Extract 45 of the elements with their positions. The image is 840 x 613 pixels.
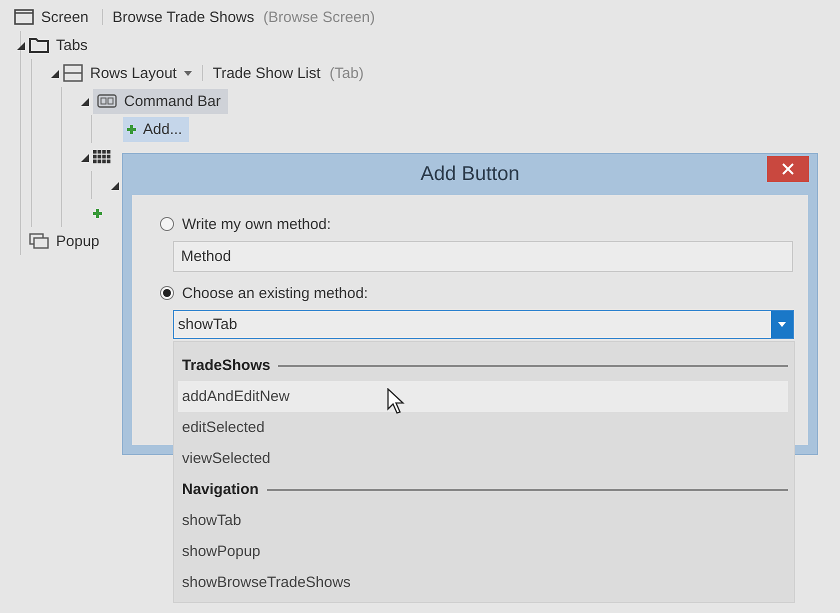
option-label: Write my own method: — [182, 216, 331, 232]
plus-icon — [93, 208, 102, 218]
group-header: TradeShows — [182, 357, 270, 374]
expanded-arrow-icon[interactable] — [81, 98, 89, 106]
tree-item-label[interactable]: Tabs — [53, 34, 91, 56]
dropdown-item[interactable]: addAndEditNew — [178, 381, 788, 412]
grid-icon — [93, 150, 111, 164]
folder-icon — [29, 37, 49, 53]
group-header: Navigation — [182, 481, 259, 498]
option-label: Choose an existing method: — [182, 284, 368, 302]
close-button[interactable] — [767, 156, 809, 182]
dropdown-item[interactable]: showBrowseTradeShows — [178, 567, 788, 598]
radio-button[interactable] — [160, 286, 174, 300]
expanded-arrow-icon[interactable] — [81, 154, 89, 162]
radio-button[interactable] — [160, 217, 174, 231]
tree-item-highlight[interactable]: Add... — [123, 116, 190, 142]
dropdown-item[interactable]: showPopup — [178, 536, 788, 567]
window-icon — [14, 9, 34, 25]
expanded-arrow-icon[interactable] — [51, 70, 59, 78]
dropdown-item[interactable]: editSelected — [178, 412, 788, 443]
method-field[interactable]: Method — [173, 241, 793, 272]
close-icon — [782, 163, 794, 175]
plus-icon — [127, 124, 136, 134]
tree-item-label[interactable]: Command Bar — [121, 90, 224, 112]
mouse-pointer-icon — [387, 388, 405, 414]
tree-item-label[interactable]: Popup — [53, 230, 102, 252]
item-type: (Browse Screen) — [263, 8, 375, 26]
tree-item-label[interactable]: Add... — [140, 118, 186, 140]
popups-icon — [29, 233, 49, 249]
tree-item-highlight[interactable]: Command Bar — [93, 88, 228, 114]
expanded-arrow-icon[interactable] — [17, 42, 25, 50]
dropdown-item[interactable]: viewSelected — [178, 443, 788, 474]
caret-icon[interactable] — [184, 70, 192, 76]
dialog-title: Add Button — [420, 163, 520, 186]
method-dropdown[interactable]: showTab — [173, 310, 794, 339]
tree-item-label[interactable]: Screen — [38, 6, 92, 28]
caret-icon[interactable] — [778, 322, 786, 327]
expanded-arrow-icon[interactable] — [111, 182, 119, 190]
tree-item-label[interactable]: Rows Layout — [87, 62, 180, 84]
command-bar-icon — [97, 94, 117, 108]
item-name: Browse Trade Shows — [112, 8, 254, 26]
item-name: Trade Show List — [212, 64, 321, 82]
item-type: (Tab) — [330, 64, 364, 82]
dropdown-item[interactable]: showTab — [178, 505, 788, 536]
rows-layout-icon — [63, 64, 83, 82]
